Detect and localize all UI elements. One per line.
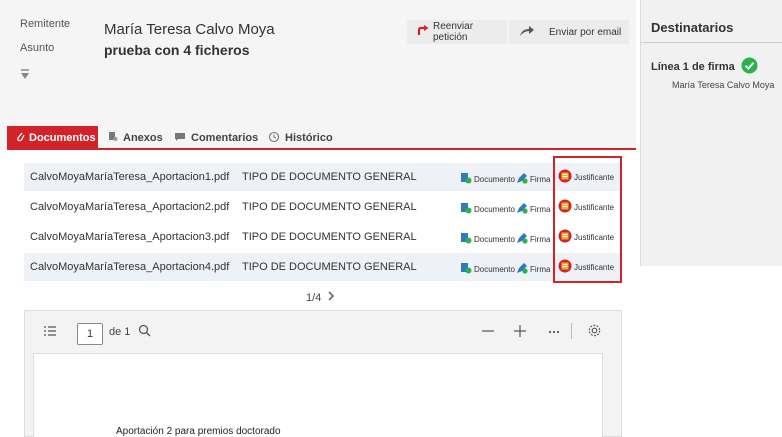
paperclip-icon bbox=[16, 131, 25, 145]
pdf-viewer: 1 de 1 Aportación 2 para premios doctora… bbox=[24, 310, 622, 437]
tab-historico-label: Histórico bbox=[285, 132, 333, 144]
document-file-icon bbox=[460, 202, 472, 216]
document-download-action[interactable]: Documento bbox=[460, 262, 515, 276]
comment-icon bbox=[174, 132, 186, 145]
document-action-label: Documento bbox=[474, 234, 515, 244]
document-download-action[interactable]: Documento bbox=[460, 202, 515, 216]
recipients-title: Destinatarios bbox=[651, 20, 734, 35]
document-action-label: Documento bbox=[474, 174, 515, 184]
document-file-icon bbox=[460, 172, 472, 186]
document-name[interactable]: CalvoMoyaMaríaTeresa_Aportacion4.pdf bbox=[30, 261, 229, 273]
history-icon bbox=[268, 131, 280, 146]
sender-label: Remitente bbox=[20, 18, 71, 30]
document-type: TIPO DE DOCUMENTO GENERAL bbox=[242, 261, 417, 273]
settings-gear-icon[interactable] bbox=[587, 323, 602, 341]
recipients-divider bbox=[641, 42, 782, 43]
send-email-button[interactable]: Enviar por email bbox=[509, 20, 629, 44]
signature-action[interactable]: Firma bbox=[516, 262, 550, 276]
pdf-page-text: Aportación 2 para premios doctorado bbox=[116, 426, 281, 437]
signature-pen-icon bbox=[516, 262, 528, 276]
filter-icon[interactable] bbox=[20, 68, 30, 86]
search-icon[interactable] bbox=[138, 324, 151, 340]
signature-action[interactable]: Firma bbox=[516, 232, 550, 246]
forward-request-label: Reenviar petición bbox=[433, 21, 474, 43]
zoom-out-icon[interactable] bbox=[481, 325, 495, 340]
document-name[interactable]: CalvoMoyaMaríaTeresa_Aportacion1.pdf bbox=[30, 171, 229, 183]
document-row[interactable]: CalvoMoyaMaríaTeresa_Aportacion2.pdf TIP… bbox=[24, 193, 622, 221]
forward-arrow-icon bbox=[417, 25, 429, 39]
tab-historico[interactable]: Histórico bbox=[268, 126, 333, 150]
receipt-column-highlight bbox=[553, 156, 622, 283]
tab-comentarios-label: Comentarios bbox=[191, 132, 259, 144]
signer-name: María Teresa Calvo Moya bbox=[672, 80, 775, 90]
subject-label: Asunto bbox=[20, 42, 55, 54]
document-type: TIPO DE DOCUMENTO GENERAL bbox=[242, 231, 417, 243]
signature-pen-icon bbox=[516, 232, 528, 246]
tab-documentos[interactable]: Documentos bbox=[7, 126, 98, 150]
document-row[interactable]: CalvoMoyaMaríaTeresa_Aportacion4.pdf TIP… bbox=[24, 253, 622, 281]
signature-pen-icon bbox=[516, 202, 528, 216]
toolbar-divider bbox=[571, 323, 572, 339]
signature-action-label: Firma bbox=[530, 264, 551, 274]
tab-bar: Documentos Anexos Comentarios Histórico bbox=[0, 126, 636, 150]
more-options-icon[interactable] bbox=[547, 324, 561, 341]
pdf-page: Aportación 2 para premios doctorado bbox=[33, 353, 603, 437]
signature-line-label: Línea 1 de firma bbox=[651, 61, 735, 73]
tab-underline bbox=[7, 148, 636, 150]
signature-action[interactable]: Firma bbox=[516, 172, 550, 186]
signature-line: Línea 1 de firma bbox=[651, 57, 758, 77]
signature-action-label: Firma bbox=[530, 234, 551, 244]
document-row[interactable]: CalvoMoyaMaríaTeresa_Aportacion1.pdf TIP… bbox=[24, 163, 622, 191]
signature-action-label: Firma bbox=[530, 174, 551, 184]
tab-documentos-label: Documentos bbox=[29, 132, 96, 144]
document-name[interactable]: CalvoMoyaMaríaTeresa_Aportacion2.pdf bbox=[30, 201, 229, 213]
pager-text: 1/4 bbox=[306, 291, 322, 304]
signature-action[interactable]: Firma bbox=[516, 202, 550, 216]
signature-pen-icon bbox=[516, 172, 528, 186]
document-pager: 1/4 bbox=[306, 291, 335, 304]
document-action-label: Documento bbox=[474, 264, 515, 274]
tab-anexos-label: Anexos bbox=[123, 132, 163, 144]
signature-action-label: Firma bbox=[530, 204, 551, 214]
document-download-action[interactable]: Documento bbox=[460, 232, 515, 246]
app-root: Remitente María Teresa Calvo Moya Asunto… bbox=[0, 0, 782, 437]
tab-comentarios[interactable]: Comentarios bbox=[174, 126, 258, 150]
send-email-label: Enviar por email bbox=[549, 26, 622, 38]
sender-name: María Teresa Calvo Moya bbox=[104, 21, 275, 38]
document-type: TIPO DE DOCUMENTO GENERAL bbox=[242, 201, 417, 213]
forward-request-button[interactable]: Reenviar petición bbox=[407, 20, 507, 44]
document-file-icon bbox=[460, 262, 472, 276]
check-circle-icon bbox=[741, 57, 758, 77]
recipients-panel: Destinatarios Línea 1 de firma María Ter… bbox=[640, 0, 782, 266]
chevron-right-icon[interactable] bbox=[327, 291, 335, 304]
document-type: TIPO DE DOCUMENTO GENERAL bbox=[242, 171, 417, 183]
document-file-icon bbox=[460, 232, 472, 246]
document-action-label: Documento bbox=[474, 204, 515, 214]
page-number-input[interactable]: 1 bbox=[77, 323, 103, 345]
share-arrow-icon bbox=[519, 25, 535, 40]
outline-list-icon[interactable] bbox=[43, 325, 57, 340]
page-count: de 1 bbox=[109, 326, 131, 338]
document-row[interactable]: CalvoMoyaMaríaTeresa_Aportacion3.pdf TIP… bbox=[24, 223, 622, 251]
document-download-action[interactable]: Documento bbox=[460, 172, 515, 186]
tab-anexos[interactable]: Anexos bbox=[108, 126, 163, 150]
zoom-in-icon[interactable] bbox=[513, 324, 527, 341]
attachment-file-icon bbox=[108, 131, 118, 145]
subject-text: prueba con 4 ficheros bbox=[104, 42, 250, 58]
document-name[interactable]: CalvoMoyaMaríaTeresa_Aportacion3.pdf bbox=[30, 231, 229, 243]
